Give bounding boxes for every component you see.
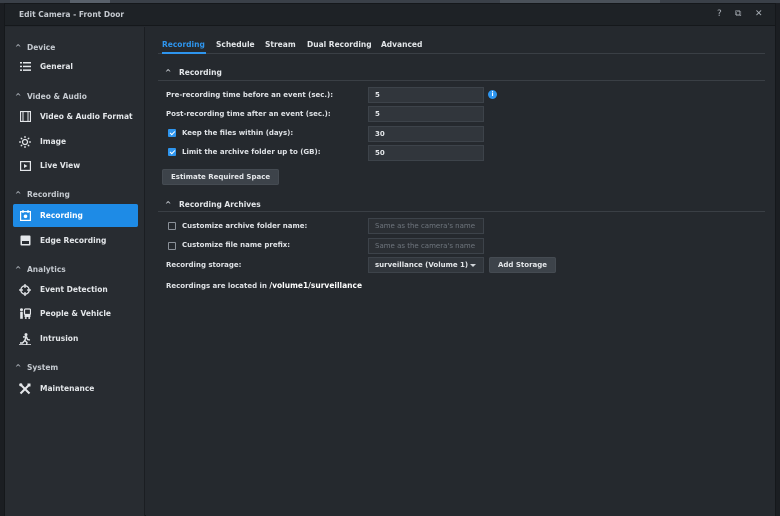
film-icon: [19, 111, 31, 123]
sidebar-section-analytics[interactable]: ^ Analytics: [15, 265, 66, 274]
sidebar-item-people-vehicle[interactable]: People & Vehicle: [13, 302, 138, 325]
window-title: Edit Camera - Front Door: [19, 10, 125, 19]
active-tab-indicator: [162, 52, 206, 54]
close-icon[interactable]: ✕: [755, 9, 763, 19]
chevron-up-icon: ^: [165, 200, 172, 209]
recording-section-header[interactable]: ^ Recording: [165, 68, 222, 77]
pre-recording-label: Pre-recording time before an event (sec.…: [166, 91, 334, 99]
sidebar-section-device[interactable]: ^ Device: [15, 43, 55, 52]
list-icon: [19, 61, 31, 73]
sidebar-section-system[interactable]: ^ System: [15, 363, 58, 372]
sidebar-item-video-audio-format[interactable]: Video & Audio Format: [13, 105, 138, 128]
divider: [158, 80, 765, 81]
recording-archives-section-header[interactable]: ^ Recording Archives: [165, 200, 261, 209]
keep-files-checkbox[interactable]: [168, 129, 176, 137]
sidebar-item-general[interactable]: General: [13, 55, 138, 78]
recordings-location-path: /volume1/surveillance: [269, 281, 363, 290]
people-icon: [19, 308, 31, 320]
chevron-up-icon: ^: [165, 68, 172, 77]
chevron-up-icon: ^: [15, 363, 22, 372]
post-recording-label: Post-recording time after an event (sec.…: [166, 110, 331, 118]
sd-card-icon: [19, 235, 31, 247]
tab-dual-recording[interactable]: Dual Recording: [307, 40, 372, 49]
chevron-down-icon: [470, 264, 476, 267]
sidebar-item-event-detection[interactable]: Event Detection: [13, 278, 138, 301]
tab-bar: Recording Schedule Stream Dual Recording…: [158, 36, 765, 54]
customize-folder-checkbox[interactable]: [168, 222, 176, 230]
estimate-required-space-button[interactable]: Estimate Required Space: [162, 169, 280, 185]
sidebar-item-maintenance[interactable]: Maintenance: [13, 377, 138, 400]
file-prefix-input[interactable]: Same as the camera's name: [368, 238, 484, 254]
sidebar-item-recording[interactable]: Recording: [13, 204, 138, 227]
folder-name-input[interactable]: Same as the camera's name: [368, 218, 484, 234]
content-panel: Recording Schedule Stream Dual Recording…: [146, 27, 775, 516]
sidebar-section-video-audio[interactable]: ^ Video & Audio: [15, 92, 87, 101]
tab-stream[interactable]: Stream: [265, 40, 296, 49]
divider: [158, 211, 765, 212]
limit-archive-checkbox[interactable]: [168, 148, 176, 156]
recording-storage-label: Recording storage:: [166, 261, 242, 269]
tab-schedule[interactable]: Schedule: [216, 40, 255, 49]
keep-files-label: Keep the files within (days):: [182, 129, 294, 137]
sidebar: ^ Device General ^ Video & Audio Video & A…: [5, 27, 145, 516]
sidebar-item-edge-recording[interactable]: Edge Recording: [13, 229, 138, 252]
add-storage-button[interactable]: Add Storage: [489, 257, 557, 273]
customize-prefix-label: Customize file name prefix:: [182, 241, 291, 249]
edit-camera-dialog: Edit Camera - Front Door ? ⧉ ✕ ^ Device G…: [4, 3, 776, 516]
chevron-up-icon: ^: [15, 92, 22, 101]
title-bar: Edit Camera - Front Door ? ⧉ ✕: [5, 4, 775, 26]
runner-icon: [19, 332, 31, 345]
recording-icon: [19, 210, 31, 222]
sidebar-section-recording[interactable]: ^ Recording: [15, 190, 70, 199]
tab-recording[interactable]: Recording: [162, 40, 205, 49]
recordings-location-text: Recordings are located in /volume1/surve…: [166, 281, 363, 290]
sidebar-item-image[interactable]: Image: [13, 130, 138, 153]
sidebar-item-intrusion[interactable]: Intrusion: [13, 327, 138, 350]
pre-recording-input[interactable]: 5: [368, 87, 484, 103]
recording-storage-select[interactable]: surveillance (Volume 1): [368, 257, 484, 273]
chevron-up-icon: ^: [15, 43, 22, 52]
limit-gb-input[interactable]: 50: [368, 145, 484, 161]
limit-archive-label: Limit the archive folder up to (GB):: [182, 148, 321, 156]
sidebar-item-live-view[interactable]: Live View: [13, 154, 138, 177]
play-icon: [19, 160, 31, 172]
restore-icon[interactable]: ⧉: [735, 9, 741, 19]
customize-folder-label: Customize archive folder name:: [182, 222, 308, 230]
help-icon[interactable]: ?: [717, 9, 722, 19]
chevron-up-icon: ^: [15, 190, 22, 199]
tab-advanced[interactable]: Advanced: [381, 40, 422, 49]
keep-days-input[interactable]: 30: [368, 126, 484, 142]
crosshair-icon: [19, 283, 31, 296]
sun-icon: [19, 135, 31, 148]
post-recording-input[interactable]: 5: [368, 106, 484, 122]
customize-prefix-checkbox[interactable]: [168, 242, 176, 250]
tools-icon: [19, 382, 31, 395]
info-icon[interactable]: i: [488, 90, 497, 99]
chevron-up-icon: ^: [15, 265, 22, 274]
